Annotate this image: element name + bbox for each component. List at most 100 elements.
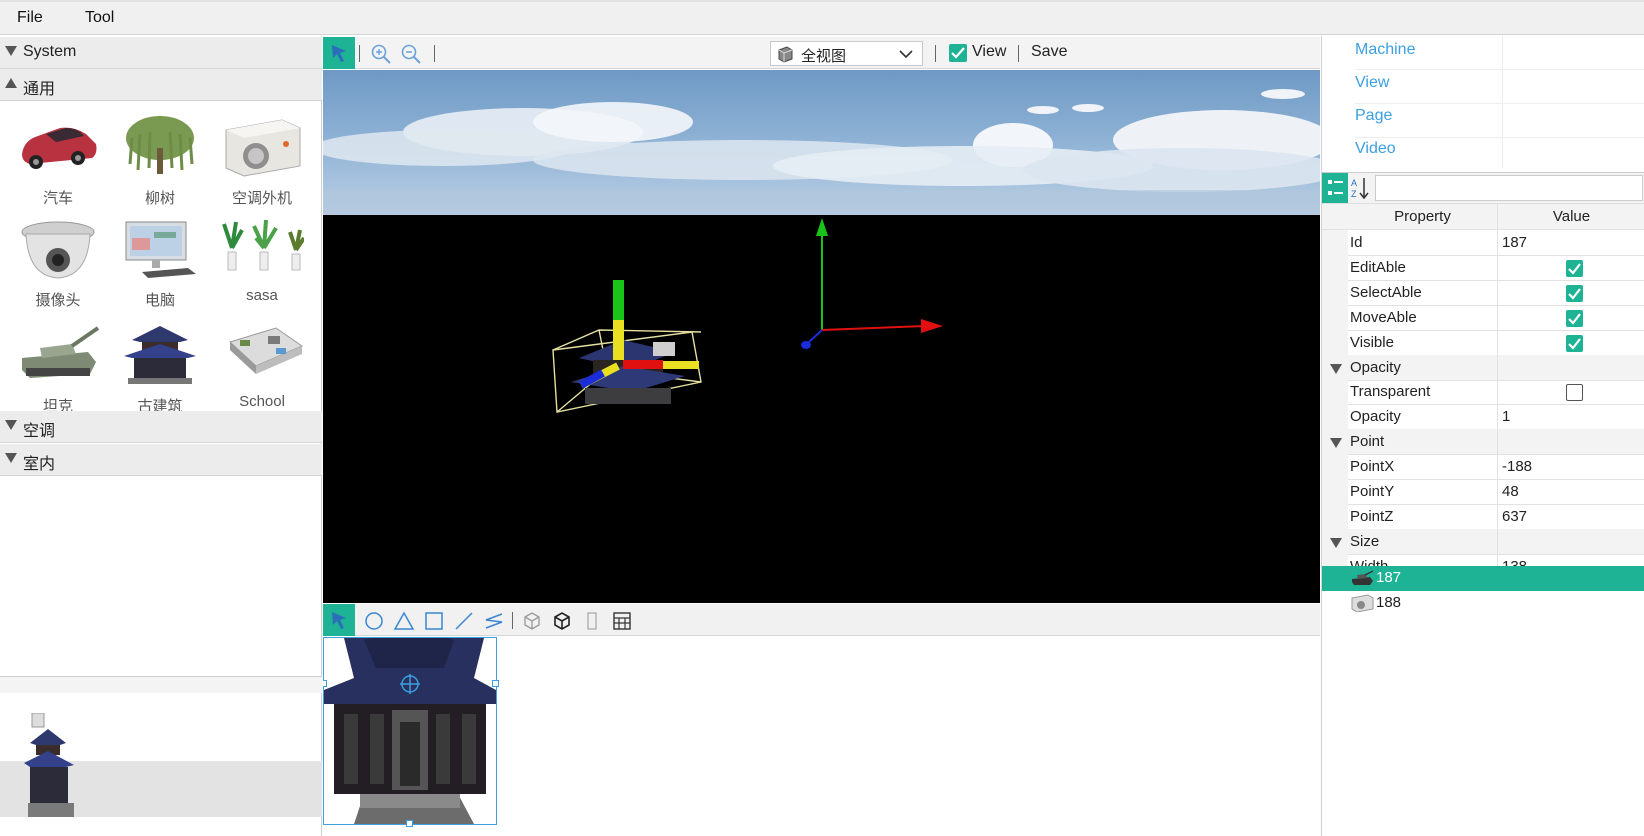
dome-camera-icon — [21, 221, 95, 279]
circle-tool-icon[interactable] — [363, 610, 385, 632]
svg-text:A: A — [1351, 178, 1357, 188]
building-front-image — [324, 637, 496, 824]
property-group-row[interactable]: Size — [1322, 529, 1644, 555]
2d-editor-canvas[interactable] — [323, 637, 1320, 836]
library-item-willow[interactable]: 柳树 — [106, 114, 206, 214]
property-group-row[interactable]: Point — [1322, 429, 1644, 455]
property-value[interactable]: 48 — [1502, 483, 1519, 500]
property-row: Visible — [1322, 330, 1644, 356]
menu-file[interactable]: File — [17, 9, 43, 27]
property-group-row[interactable]: Opacity — [1322, 355, 1644, 381]
property-name: Visible — [1350, 334, 1394, 351]
library-item-label: sasa — [246, 287, 278, 304]
property-row: Transparent — [1322, 379, 1644, 405]
rectangle-tool-icon[interactable] — [423, 610, 445, 632]
model-preview — [0, 676, 322, 836]
property-name: MoveAble — [1350, 309, 1417, 326]
library-item-tank[interactable]: 坦克 — [4, 322, 104, 422]
box-solid-icon[interactable] — [551, 610, 573, 632]
collapse-triangle-icon — [5, 453, 17, 463]
scene-overlay — [552, 218, 943, 413]
property-row: PointZ 637 — [1322, 504, 1644, 530]
category-general[interactable]: 通用 — [0, 69, 322, 101]
property-value[interactable]: 637 — [1502, 508, 1527, 525]
library-item-computer[interactable]: 电脑 — [106, 218, 206, 318]
view-checkbox-label: View — [972, 43, 1007, 60]
property-name: Opacity — [1350, 359, 1401, 376]
property-grid-toolbar: AZ — [1322, 172, 1644, 204]
nav-link-page[interactable]: Page — [1355, 107, 1392, 125]
select-tool-button[interactable] — [323, 604, 355, 636]
category-indoor[interactable]: 室内 — [0, 444, 322, 476]
save-button[interactable]: Save — [1031, 43, 1067, 61]
property-search-input[interactable] — [1375, 175, 1643, 201]
object-list-item[interactable]: 187 — [1322, 566, 1644, 591]
ancient-building-icon — [124, 326, 196, 384]
drawing-toolbar — [323, 604, 1320, 636]
line-tool-icon[interactable] — [453, 610, 475, 632]
property-column-header: Property — [1394, 208, 1451, 225]
alphabetical-sort-button[interactable]: AZ — [1348, 173, 1374, 203]
property-checkbox[interactable] — [1566, 310, 1583, 327]
resize-handle[interactable] — [492, 680, 499, 687]
property-checkbox[interactable] — [1566, 260, 1583, 277]
chevron-down-icon — [899, 50, 913, 59]
box-outline-icon[interactable] — [521, 610, 543, 632]
library-item-sasa[interactable]: sasa — [208, 218, 308, 318]
library-item-camera[interactable]: 摄像头 — [4, 218, 104, 318]
property-name: SelectAble — [1350, 284, 1422, 301]
property-checkbox[interactable] — [1566, 384, 1583, 401]
library-item-ac-outdoor[interactable]: 空调外机 — [208, 114, 308, 214]
polyline-tool-icon[interactable] — [483, 610, 505, 632]
property-value[interactable]: -188 — [1502, 458, 1532, 475]
library-item-school[interactable]: School — [208, 322, 308, 422]
collapse-triangle-icon[interactable] — [1330, 364, 1342, 374]
school-campus-icon — [229, 327, 304, 374]
library-item-car[interactable]: 汽车 — [4, 114, 104, 214]
select-tool-button[interactable] — [323, 37, 355, 69]
3d-viewport[interactable] — [323, 70, 1320, 603]
property-name: Opacity — [1350, 408, 1401, 425]
library-item-ancient-building[interactable]: 古建筑 — [106, 322, 206, 422]
view-checkbox[interactable] — [949, 44, 967, 62]
nav-link-video[interactable]: Video — [1355, 140, 1396, 158]
sort-az-icon: AZ — [1351, 178, 1369, 200]
property-checkbox[interactable] — [1566, 285, 1583, 302]
category-system[interactable]: System — [0, 37, 322, 69]
nav-link-machine[interactable]: Machine — [1355, 41, 1415, 59]
door-icon[interactable] — [581, 610, 603, 632]
nav-link-view[interactable]: View — [1355, 74, 1389, 92]
zoom-in-icon[interactable] — [370, 43, 392, 65]
ancient-building-model[interactable] — [571, 340, 685, 404]
triangle-tool-icon[interactable] — [393, 610, 415, 632]
property-value[interactable]: 187 — [1502, 234, 1527, 251]
property-row: MoveAble — [1322, 305, 1644, 331]
property-checkbox[interactable] — [1566, 335, 1583, 352]
view-mode-select[interactable]: 全视图 — [770, 41, 923, 66]
grid-table-icon[interactable] — [611, 610, 633, 632]
selected-object-frame[interactable] — [323, 637, 499, 827]
property-row: SelectAble — [1322, 280, 1644, 306]
object-list-item[interactable]: 188 — [1322, 591, 1644, 616]
model-library-panel: System 通用 汽车 柳树 空调外机 摄像头 电脑 sasa 坦克 古建筑 … — [0, 36, 322, 836]
checkmark-icon — [1568, 313, 1581, 325]
collapse-triangle-icon[interactable] — [1330, 538, 1342, 548]
collapse-triangle-icon[interactable] — [1330, 438, 1342, 448]
object-id-label: 187 — [1376, 569, 1402, 586]
car-icon — [22, 127, 97, 169]
resize-handle[interactable] — [406, 820, 413, 827]
categorized-list-icon — [1328, 180, 1343, 195]
menu-tool[interactable]: Tool — [85, 9, 114, 27]
tank-icon — [22, 326, 100, 378]
property-name: PointX — [1350, 458, 1395, 475]
library-item-label: 柳树 — [144, 190, 175, 207]
categorized-view-button[interactable] — [1322, 173, 1348, 203]
resize-handle[interactable] — [323, 680, 327, 687]
z-axis — [808, 329, 823, 343]
zoom-out-icon[interactable] — [400, 43, 422, 65]
ac-unit-icon — [1351, 594, 1374, 612]
property-row: Id 187 — [1322, 230, 1644, 256]
svg-text:Z: Z — [1351, 189, 1357, 199]
property-value[interactable]: 1 — [1502, 408, 1510, 425]
category-ac[interactable]: 空调 — [0, 411, 322, 443]
